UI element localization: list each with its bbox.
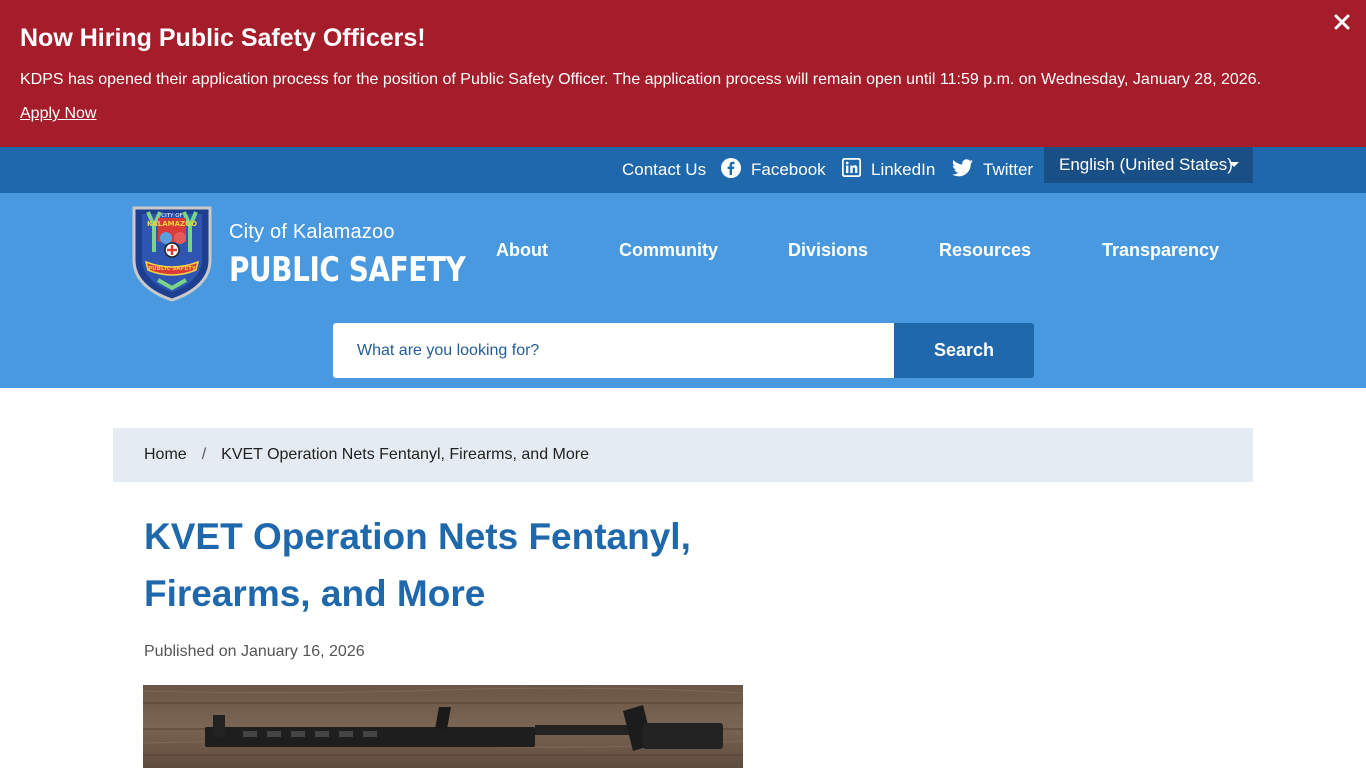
language-select[interactable]: English (United States) — [1044, 147, 1253, 183]
logo-public-safety-text[interactable]: PUBLIC SAFETY — [229, 250, 466, 290]
alert-text: KDPS has opened their application proces… — [20, 71, 1262, 88]
twitter-icon — [952, 158, 983, 182]
facebook-icon — [721, 157, 751, 183]
article-photo — [143, 685, 743, 768]
linkedin-label: LinkedIn — [871, 160, 936, 179]
contact-us-link[interactable]: Contact Us — [622, 147, 706, 193]
search-button[interactable]: Search — [894, 323, 1034, 378]
language-label: English (United States) — [1059, 155, 1233, 174]
badge-bottom-text: PUBLIC SAFETY — [148, 266, 197, 272]
nav-divisions[interactable]: Divisions — [788, 240, 868, 261]
published-date: Published on January 16, 2026 — [144, 643, 365, 660]
nav-transparency[interactable]: Transparency — [1102, 240, 1219, 261]
breadcrumb: Home / KVET Operation Nets Fentanyl, Fir… — [113, 428, 1253, 482]
breadcrumb-current: KVET Operation Nets Fentanyl, Firearms, … — [221, 446, 589, 463]
contact-us-label: Contact Us — [622, 160, 707, 179]
nav-resources[interactable]: Resources — [939, 240, 1031, 261]
nav-about[interactable]: About — [496, 240, 548, 261]
facebook-label: Facebook — [751, 160, 826, 179]
twitter-label: Twitter — [983, 160, 1034, 179]
kdps-badge-logo[interactable]: CITY OF KALAMAZOO PUBLIC SAFETY — [128, 204, 216, 302]
twitter-link[interactable]: Twitter — [952, 147, 1033, 193]
breadcrumb-separator: / — [201, 446, 207, 463]
badge-city-text: KALAMAZOO — [147, 220, 197, 228]
apply-now-link[interactable]: Apply Now — [20, 105, 96, 123]
nav-community[interactable]: Community — [619, 240, 718, 261]
page-title: KVET Operation Nets Fentanyl, Firearms, … — [144, 516, 691, 614]
badge-top-text: CITY OF — [161, 213, 182, 219]
alert-title: Now Hiring Public Safety Officers! — [20, 24, 426, 52]
logo-city-text[interactable]: City of Kalamazoo — [229, 221, 395, 244]
search-input[interactable] — [333, 323, 894, 378]
alert-banner: Now Hiring Public Safety Officers! KDPS … — [0, 0, 1366, 147]
chevron-down-icon — [1229, 162, 1239, 167]
linkedin-icon — [841, 157, 871, 182]
close-icon[interactable] — [1330, 10, 1354, 34]
linkedin-link[interactable]: LinkedIn — [841, 147, 936, 193]
facebook-link[interactable]: Facebook — [721, 147, 826, 193]
breadcrumb-home[interactable]: Home — [144, 446, 187, 464]
